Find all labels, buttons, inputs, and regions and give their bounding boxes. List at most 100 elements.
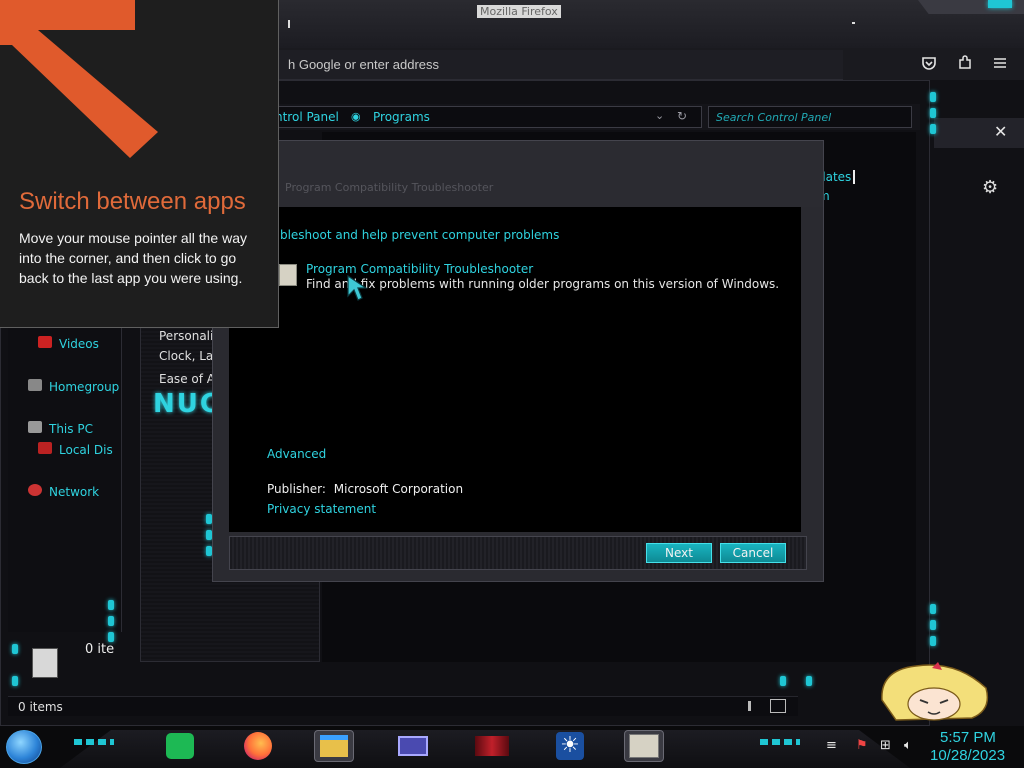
taskbar-app-spotify[interactable] (160, 730, 200, 762)
dialog-title: Program Compatibility Troubleshooter (285, 181, 494, 194)
taskbar-app-firefox[interactable] (238, 730, 278, 762)
notification-bar: ✕ (934, 118, 1024, 148)
desktop-sticker (876, 660, 994, 722)
clock-time[interactable]: 5:57 PM (940, 729, 996, 746)
network-icon (28, 484, 42, 496)
control-panel-address-bar[interactable]: ntrol Panel ◉ Programs ⌄ ↻ (272, 106, 702, 128)
publisher-line: Publisher: Microsoft Corporation (267, 482, 463, 496)
taskbar-app-control-panel[interactable] (393, 730, 433, 762)
extensions-icon[interactable] (954, 55, 976, 75)
category-clock[interactable]: Clock, Lar (159, 349, 218, 363)
breadcrumb-separator-icon: ◉ (351, 110, 361, 123)
breadcrumb-control-panel[interactable]: ntrol Panel (275, 110, 339, 124)
menu-icon[interactable] (989, 55, 1011, 75)
start-button[interactable] (6, 730, 42, 764)
preview-item-count: 0 ite (85, 642, 115, 657)
navigation-pane: Videos Homegroup This PC Local Dis Netwo… (8, 328, 122, 632)
volume-icon[interactable]: 🔈︎ (904, 738, 912, 753)
videos-icon (38, 336, 52, 348)
search-input[interactable]: Search Control Panel (708, 106, 912, 128)
deco-light (930, 604, 936, 614)
taskbar: ☀ (0, 726, 1024, 768)
deco-light (108, 616, 114, 626)
taskbar-app-file-explorer[interactable] (314, 730, 354, 762)
nav-item-this-pc[interactable]: This PC (49, 422, 93, 436)
folder-preview-icon (32, 648, 58, 678)
status-bar: 0 items (8, 696, 798, 716)
next-button[interactable]: Next (646, 543, 712, 563)
deco-light (780, 676, 786, 686)
local-disk-icon (38, 442, 52, 454)
network-tray-icon[interactable]: ⊞ (880, 738, 891, 753)
status-item-count: 0 items (18, 700, 63, 714)
homegroup-icon (28, 379, 42, 391)
spotify-icon (166, 733, 194, 759)
taskbar-app-troubleshooter[interactable] (624, 730, 664, 762)
address-bar-placeholder: h Google or enter address (288, 57, 440, 72)
deco-light (806, 676, 812, 686)
troubleshooter-item-title[interactable]: Program Compatibility Troubleshooter (306, 262, 533, 276)
deco-light (930, 92, 936, 102)
text-cursor (853, 170, 855, 184)
troubleshooter-icon[interactable] (279, 264, 297, 286)
privacy-statement-link[interactable]: Privacy statement (267, 502, 376, 516)
file-explorer-icon (320, 735, 348, 757)
window-title: Mozilla Firefox (477, 5, 561, 18)
control-panel-icon (398, 736, 428, 756)
switch-apps-tip: Switch between apps Move your mouse poin… (0, 0, 279, 328)
close-icon[interactable]: ✕ (994, 122, 1007, 141)
dialog-footer: Next Cancel (229, 536, 807, 570)
firefox-side-panel (930, 80, 1024, 726)
troubleshooter-icon (629, 734, 659, 758)
details-view-icon[interactable] (748, 701, 751, 711)
tiles-view-icon[interactable] (770, 699, 786, 713)
deco-light (108, 632, 114, 642)
advanced-link[interactable]: Advanced (267, 447, 326, 461)
dialog-titlebar[interactable]: Program Compatibility Troubleshooter (213, 141, 823, 207)
firefox-titlebar[interactable]: Mozilla Firefox (278, 0, 1024, 48)
clock-date[interactable]: 10/28/2023 (930, 747, 1005, 764)
taskbar-deco-lights (760, 739, 800, 745)
caption-button-light[interactable] (988, 0, 1012, 8)
breadcrumb-programs[interactable]: Programs (373, 110, 430, 124)
deco-light (108, 600, 114, 610)
dialog-heading: oubleshoot and help prevent computer pro… (265, 228, 560, 242)
publisher-label: Publisher: (267, 482, 326, 496)
tip-title: Switch between apps (19, 188, 246, 215)
taskbar-app-game[interactable] (472, 730, 512, 762)
nav-item-videos[interactable]: Videos (59, 337, 99, 351)
theme-logo-icon: NUC (153, 389, 221, 419)
deco-light (12, 644, 18, 654)
pocket-icon[interactable] (918, 55, 940, 75)
nav-item-homegroup[interactable]: Homegroup (49, 380, 119, 394)
mouse-pointer-icon (346, 274, 370, 305)
search-placeholder: Search Control Panel (716, 111, 832, 124)
deco-light (930, 636, 936, 646)
nav-item-local-disk[interactable]: Local Dis (59, 443, 113, 457)
titlebar-tick (288, 20, 290, 28)
nav-item-network[interactable]: Network (49, 485, 99, 499)
chevron-down-icon[interactable]: ⌄ (655, 109, 664, 122)
deco-light (930, 620, 936, 630)
action-center-flag-icon[interactable]: ⚑ (856, 738, 868, 753)
deco-light (930, 124, 936, 134)
this-pc-icon (28, 421, 42, 433)
game-icon (475, 736, 509, 756)
firefox-icon (244, 732, 272, 760)
deco-light (930, 108, 936, 118)
gear-icon[interactable]: ⚙ (982, 177, 998, 198)
corner-arrow-icon (0, 0, 158, 158)
show-hidden-icons[interactable]: ≡ (826, 738, 837, 753)
tip-body: Move your mouse pointer all the way into… (19, 230, 247, 286)
taskbar-deco-lights (74, 739, 114, 745)
settings-sun-icon: ☀ (556, 732, 584, 760)
category-personalization[interactable]: Personaliz (159, 329, 220, 343)
address-bar[interactable]: h Google or enter address (278, 50, 843, 80)
cancel-button[interactable]: Cancel (720, 543, 786, 563)
dialog-body: oubleshoot and help prevent computer pro… (229, 207, 801, 532)
taskbar-app-settings[interactable]: ☀ (550, 730, 590, 762)
publisher-value: Microsoft Corporation (333, 482, 464, 496)
troubleshooter-item-description: Find and fix problems with running older… (306, 277, 780, 291)
deco-light (12, 676, 18, 686)
refresh-icon[interactable]: ↻ (677, 109, 687, 123)
